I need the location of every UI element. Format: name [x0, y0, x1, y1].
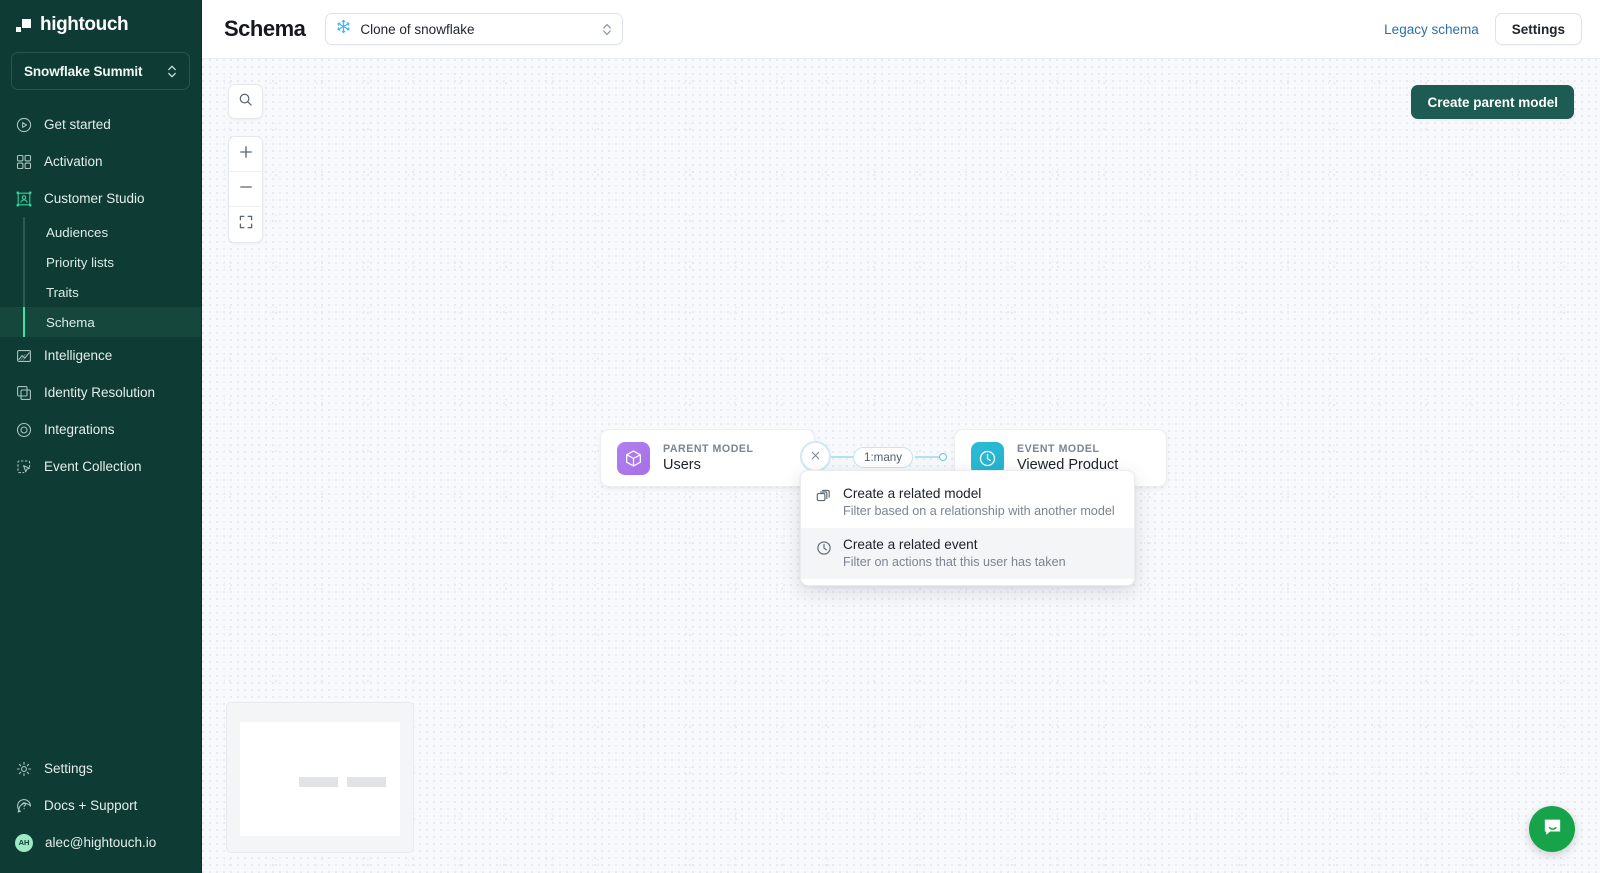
sidebar-subitem-label: Schema [46, 314, 95, 330]
play-circle-icon [15, 116, 32, 133]
sidebar-item-priority-lists[interactable]: Priority lists [0, 247, 201, 277]
node-name: Users [663, 457, 701, 473]
sidebar-item-label: Docs + Support [44, 798, 138, 813]
chart-area-icon [15, 347, 32, 364]
minimap-viewport [240, 722, 400, 836]
avatar: AH [15, 833, 33, 852]
menu-item-title: Create a related model [843, 486, 982, 501]
node-kicker: PARENT MODEL [663, 443, 754, 455]
circle-orbit-icon [15, 421, 32, 438]
sidebar-item-label: Intelligence [44, 348, 113, 363]
sidebar-item-label: Get started [44, 117, 111, 132]
minimap-node [347, 776, 386, 787]
updown-chevron-icon [167, 65, 177, 78]
sidebar-item-label: Activation [44, 154, 103, 169]
hightouch-logo-icon [16, 18, 32, 32]
sidebar: hightouch Snowflake Summit Get started A… [0, 0, 202, 873]
settings-button[interactable]: Settings [1494, 13, 1582, 45]
menu-item-subtitle: Filter on actions that this user has tak… [843, 555, 1066, 569]
layers-identity-icon [15, 384, 32, 401]
sidebar-item-customer-studio[interactable]: Customer Studio [0, 180, 201, 217]
sidebar-item-settings[interactable]: Settings [0, 750, 201, 787]
create-parent-model-button[interactable]: Create parent model [1411, 85, 1574, 119]
sidebar-item-get-started[interactable]: Get started [0, 106, 201, 143]
menu-item-title: Create a related event [843, 537, 978, 552]
minimap-node [299, 776, 338, 787]
sidebar-item-activation[interactable]: Activation [0, 143, 201, 180]
sidebar-subitem-label: Priority lists [46, 254, 114, 270]
sidebar-item-docs-support[interactable]: Docs + Support [0, 787, 201, 824]
clock-icon [816, 540, 832, 556]
menu-item-subtitle: Filter based on a relationship with anot… [843, 504, 1115, 518]
edge-endpoint-dot [939, 453, 947, 461]
sidebar-item-label: Identity Resolution [44, 385, 156, 400]
cursor-box-icon [15, 458, 32, 475]
relationship-context-menu: Create a related model Filter based on a… [800, 470, 1135, 586]
snowflake-icon [336, 19, 351, 39]
brand-logo[interactable]: hightouch [0, 0, 201, 48]
search-icon [238, 92, 253, 112]
sidebar-item-identity-resolution[interactable]: Identity Resolution [0, 374, 201, 411]
support-chat-button[interactable] [1529, 806, 1575, 852]
sidebar-item-audiences[interactable]: Audiences [0, 217, 201, 247]
menu-item-create-related-event[interactable]: Create a related event Filter on actions… [801, 528, 1134, 579]
gear-icon [15, 760, 32, 777]
customer-studio-subnav: Audiences Priority lists Traits Schema [0, 217, 201, 337]
sidebar-item-label: Settings [44, 761, 93, 776]
canvas-search-button[interactable] [228, 84, 263, 119]
brand-name: hightouch [40, 14, 129, 35]
minus-icon [239, 180, 253, 199]
sidebar-subitem-label: Traits [46, 284, 79, 300]
sidebar-item-label: Integrations [44, 422, 115, 437]
node-kicker: EVENT MODEL [1017, 443, 1100, 455]
sidebar-item-label: Customer Studio [44, 191, 145, 206]
sidebar-item-account[interactable]: AH alec@hightouch.io [0, 824, 201, 861]
menu-item-text: Create a related event Filter on actions… [843, 537, 1066, 569]
sidebar-footer: Settings Docs + Support AH alec@hightouc… [0, 750, 201, 873]
question-circle-icon [15, 797, 32, 814]
canvas-zoom-controls [228, 136, 263, 243]
sidebar-item-intelligence[interactable]: Intelligence [0, 337, 201, 374]
sidebar-item-event-collection[interactable]: Event Collection [0, 448, 201, 485]
sidebar-item-schema[interactable]: Schema [0, 307, 201, 337]
page-title: Schema [224, 16, 306, 41]
zoom-in-button[interactable] [229, 137, 262, 172]
sidebar-item-integrations[interactable]: Integrations [0, 411, 201, 448]
main-area: Schema Clone of snowflake Legacy schema … [202, 0, 1600, 873]
cube-icon [617, 441, 650, 475]
topbar-actions: Legacy schema Settings [1384, 13, 1582, 45]
chat-bubble-icon [1541, 815, 1564, 843]
model-selector-value: Clone of snowflake [360, 21, 475, 37]
workspace-name: Snowflake Summit [24, 63, 143, 79]
menu-item-create-related-model[interactable]: Create a related model Filter based on a… [801, 477, 1134, 528]
updown-chevron-icon [602, 23, 612, 36]
legacy-schema-link[interactable]: Legacy schema [1384, 22, 1479, 37]
schema-canvas[interactable]: Create parent model 1:many PARENT MODEL … [202, 59, 1600, 873]
grid-blocks-icon [15, 153, 32, 170]
remove-relationship-button[interactable] [800, 441, 831, 472]
sidebar-item-traits[interactable]: Traits [0, 277, 201, 307]
plus-icon [239, 145, 253, 164]
fit-screen-icon [239, 215, 253, 234]
node-parent-model[interactable]: PARENT MODEL Users [600, 429, 815, 487]
edge-cardinality-badge[interactable]: 1:many [853, 447, 914, 468]
stacked-models-icon [816, 489, 832, 505]
account-email: alec@hightouch.io [45, 835, 157, 850]
sidebar-subitem-label: Audiences [46, 224, 109, 240]
node-text: EVENT MODEL Viewed Product [1017, 443, 1118, 473]
close-x-icon [811, 451, 820, 463]
menu-item-text: Create a related model Filter based on a… [843, 486, 1115, 518]
minimap[interactable] [226, 702, 414, 853]
zoom-out-button[interactable] [229, 172, 262, 207]
topbar: Schema Clone of snowflake Legacy schema … [202, 0, 1600, 59]
sidebar-item-label: Event Collection [44, 459, 142, 474]
customer-studio-icon [15, 190, 32, 207]
primary-nav: Get started Activation Customer Studio A… [0, 106, 201, 485]
fit-view-button[interactable] [229, 207, 262, 242]
workspace-selector[interactable]: Snowflake Summit [11, 52, 190, 90]
model-selector[interactable]: Clone of snowflake [325, 13, 624, 45]
app-root: hightouch Snowflake Summit Get started A… [0, 0, 1600, 873]
node-text: PARENT MODEL Users [663, 443, 754, 473]
